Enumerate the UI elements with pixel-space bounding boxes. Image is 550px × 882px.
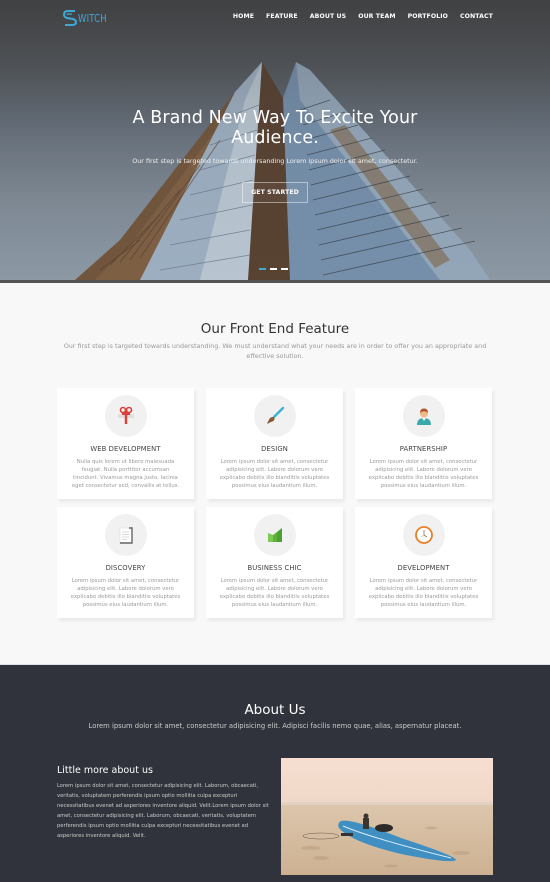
about-title: About Us [244, 702, 306, 718]
card-text: Lorem ipsum dolor sit amet, consectetur … [368, 459, 479, 489]
card-title: DISCOVERY [105, 564, 146, 572]
logo[interactable]: WITCH [63, 9, 112, 27]
card-text: Lorem ipsum dolor sit amet, consectetur … [219, 459, 330, 489]
feature-card-discovery: DISCOVERY Lorem ipsum dolor sit amet, co… [57, 507, 194, 618]
hero-content: A Brand New Way To Excite Your Audience.… [0, 108, 550, 203]
slider-indicators [259, 268, 288, 270]
about-more-title: Little more about us [57, 765, 153, 776]
about-section: About Us Lorem ipsum dolor sit amet, con… [0, 664, 550, 882]
feature-card-design: DESIGN Lorem ipsum dolor sit amet, conse… [206, 388, 343, 499]
nav-portfolio[interactable]: PORTFOLIO [408, 13, 448, 20]
hero-section: WITCH HOME FEATURE ABOUT US OUR TEAM POR… [0, 0, 550, 283]
clock-icon [414, 526, 433, 544]
hero-title: A Brand New Way To Excite Your Audience. [132, 108, 418, 148]
chart-icon [267, 528, 282, 542]
slide-dot-2[interactable] [270, 268, 277, 270]
slide-dot-3[interactable] [281, 268, 288, 270]
gift-icon [117, 406, 134, 424]
about-subtitle: Lorem ipsum dolor sit amet, consectetur … [88, 722, 462, 730]
features-title: Our Front End Feature [200, 321, 350, 337]
switch-logo-icon [63, 10, 77, 26]
feature-card-partnership: PARTNERSHIP Lorem ipsum dolor sit amet, … [355, 388, 492, 499]
document-icon [119, 527, 133, 544]
card-text: Lorem ipsum dolor sit amet, consectetur … [219, 578, 330, 608]
card-text: Lorem ipsum dolor sit amet, consectetur … [368, 578, 479, 608]
card-title: BUSINESS CHIC [247, 564, 302, 572]
slide-dot-1[interactable] [259, 268, 266, 270]
get-started-button[interactable]: GET STARTED [242, 182, 308, 203]
feature-card-web-development: WEB DEVELOPMENT Nulla quis lorem ut libe… [57, 388, 194, 499]
about-more-text: Lorem ipsum dolor sit amet, consectetur … [57, 783, 269, 839]
about-more: Little more about us Lorem ipsum dolor s… [57, 765, 272, 841]
paintbrush-icon [266, 406, 284, 424]
card-title: PARTNERSHIP [399, 445, 448, 453]
logo-text: WITCH [78, 11, 107, 25]
nav-feature[interactable]: FEATURE [266, 13, 298, 20]
card-title: DESIGN [261, 445, 288, 453]
features-subtitle: Our first step is targeted towards under… [63, 342, 487, 360]
nav-home[interactable]: HOME [233, 13, 254, 20]
nav-about-us[interactable]: ABOUT US [310, 13, 346, 20]
feature-card-business-chic: BUSINESS CHIC Lorem ipsum dolor sit amet… [206, 507, 343, 618]
nav-our-team[interactable]: OUR TEAM [358, 13, 395, 20]
top-navbar: WITCH HOME FEATURE ABOUT US OUR TEAM POR… [0, 0, 550, 36]
main-menu: HOME FEATURE ABOUT US OUR TEAM PORTFOLIO… [221, 13, 493, 20]
person-icon [416, 408, 431, 425]
about-image [281, 758, 493, 875]
surfboard-beach-image [281, 758, 493, 875]
hero-subtitle: Our first step is targeted towards under… [132, 157, 418, 165]
nav-contact[interactable]: CONTACT [460, 13, 493, 20]
card-title: DEVELOPMENT [397, 564, 450, 572]
card-title: WEB DEVELOPMENT [90, 445, 161, 453]
features-section: Our Front End Feature Our first step is … [0, 283, 550, 664]
card-text: Nulla quis lorem ut libero malesuada feu… [71, 459, 180, 489]
card-text: Lorem ipsum dolor sit amet, consectetur … [70, 578, 181, 608]
feature-card-development: DEVELOPMENT Lorem ipsum dolor sit amet, … [355, 507, 492, 618]
